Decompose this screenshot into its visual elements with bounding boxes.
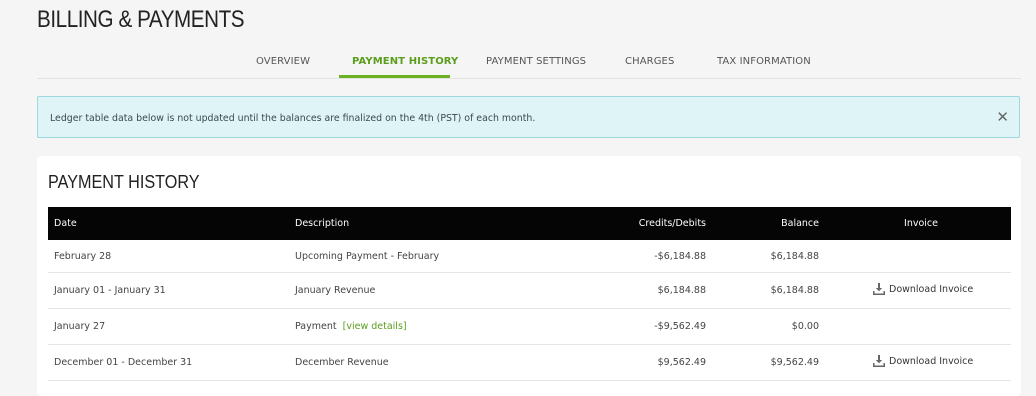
download-icon (873, 355, 885, 367)
tab-payment-history[interactable]: PAYMENT HISTORY (352, 56, 458, 67)
page-title: BILLING & PAYMENTS (37, 6, 245, 33)
cell-invoice: Download Invoice (819, 344, 1011, 381)
cell-invoice (819, 308, 1011, 345)
tab-charges[interactable]: CHARGES (625, 56, 674, 67)
column-header-balance[interactable]: Balance (706, 207, 819, 240)
table-header-row: Date Description Credits/Debits Balance … (48, 207, 1011, 240)
tab-bar: OVERVIEW PAYMENT HISTORY PAYMENT SETTING… (37, 46, 1021, 79)
view-details-link[interactable]: [view details] (343, 321, 407, 332)
cell-date: December 01 - December 31 (48, 344, 295, 381)
download-invoice-link[interactable]: Download Invoice (873, 283, 973, 295)
cell-balance: $0.00 (706, 308, 819, 345)
ledger-table: Date Description Credits/Debits Balance … (48, 207, 1011, 381)
cell-balance: $6,184.88 (706, 240, 819, 273)
active-tab-indicator (339, 75, 450, 78)
table-row: January 01 - January 31 January Revenue … (48, 272, 1011, 309)
column-header-invoice: Invoice (819, 207, 1011, 240)
cell-balance: $9,562.49 (706, 344, 819, 381)
payment-history-card: PAYMENT HISTORY Date Description Credits… (37, 156, 1021, 396)
download-icon (873, 283, 885, 295)
payment-description: Payment (295, 321, 337, 332)
download-invoice-label: Download Invoice (889, 283, 974, 295)
tab-payment-settings[interactable]: PAYMENT SETTINGS (486, 56, 586, 67)
alert-message: Ledger table data below is not updated u… (50, 113, 536, 124)
cell-invoice: Download Invoice (819, 272, 1011, 309)
column-header-description[interactable]: Description (295, 207, 575, 240)
close-icon[interactable]: ✕ (996, 108, 1009, 126)
column-header-date[interactable]: Date (48, 207, 295, 240)
cell-credits: $6,184.88 (575, 272, 706, 309)
cell-description: December Revenue (295, 344, 575, 381)
cell-description: January Revenue (295, 272, 575, 309)
cell-invoice (819, 240, 1011, 273)
info-alert: Ledger table data below is not updated u… (37, 96, 1020, 138)
table-row: January 27 Payment [view details] -$9,56… (48, 308, 1011, 345)
column-header-credits[interactable]: Credits/Debits (575, 207, 706, 240)
table-row: February 28 Upcoming Payment - February … (48, 240, 1011, 273)
cell-date: February 28 (48, 240, 295, 273)
tab-tax-information[interactable]: TAX INFORMATION (717, 56, 811, 67)
download-invoice-link[interactable]: Download Invoice (873, 355, 973, 367)
cell-credits: $9,562.49 (575, 344, 706, 381)
cell-credits: -$9,562.49 (575, 308, 706, 345)
download-invoice-label: Download Invoice (889, 355, 974, 367)
cell-balance: $6,184.88 (706, 272, 819, 309)
cell-description: Payment [view details] (295, 308, 575, 345)
cell-date: January 27 (48, 308, 295, 345)
cell-credits: -$6,184.88 (575, 240, 706, 273)
cell-description: Upcoming Payment - February (295, 240, 575, 273)
section-title: PAYMENT HISTORY (48, 172, 200, 192)
cell-date: January 01 - January 31 (48, 272, 295, 309)
tab-overview[interactable]: OVERVIEW (256, 56, 310, 67)
table-row: December 01 - December 31 December Reven… (48, 344, 1011, 381)
